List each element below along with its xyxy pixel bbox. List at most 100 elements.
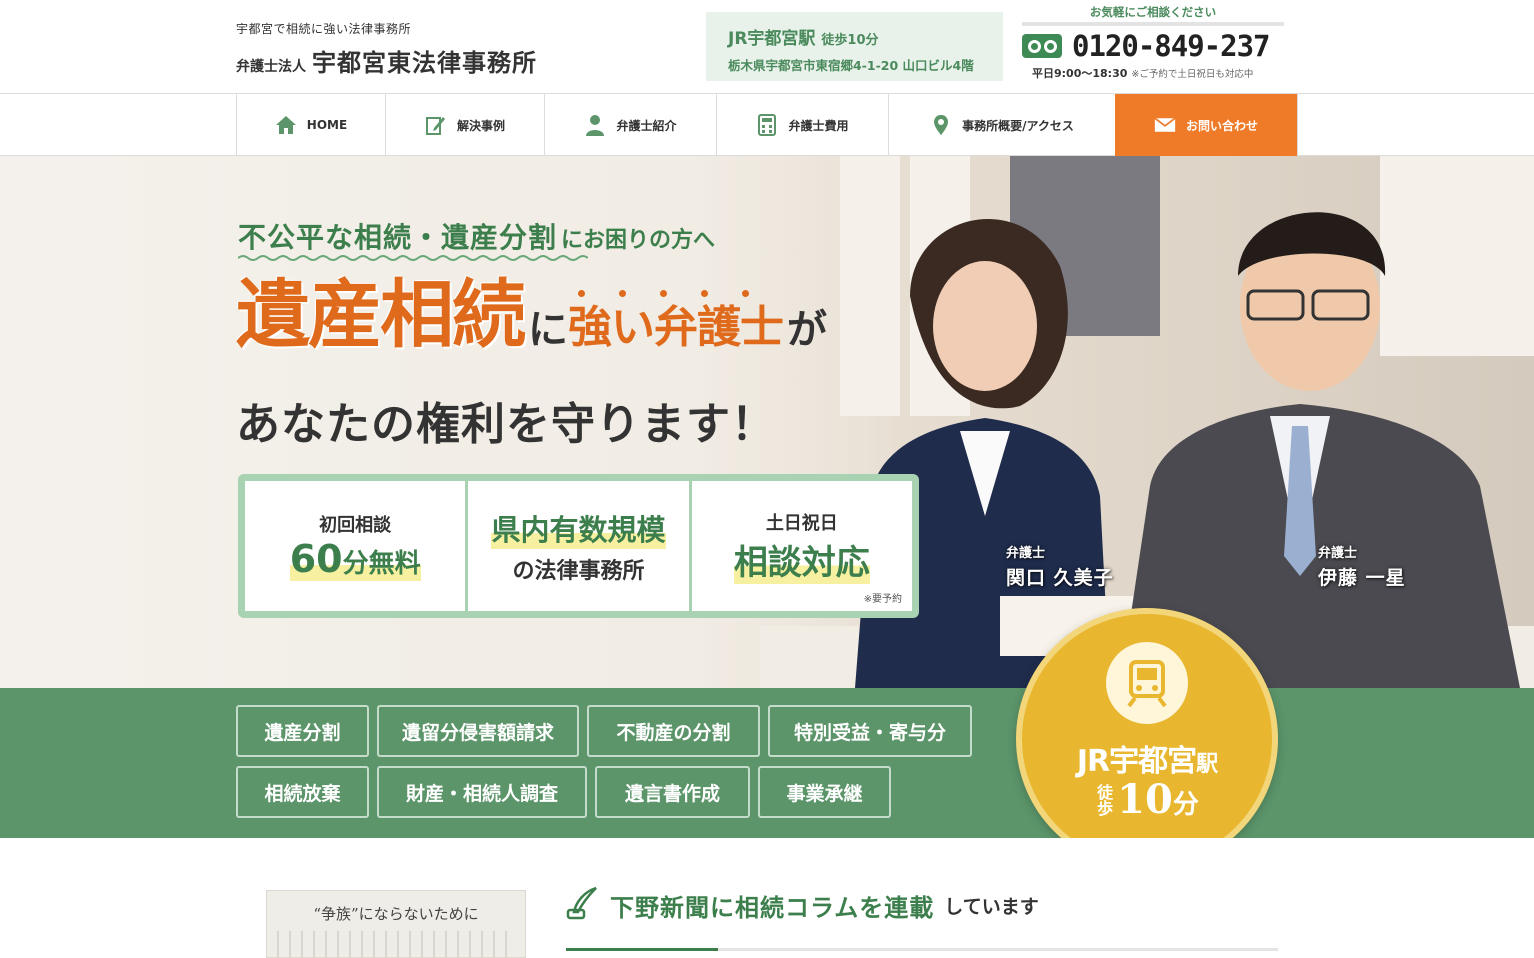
firm-name-prefix: 弁護士法人 xyxy=(236,59,306,75)
global-nav-list: HOME 解決事例 弁護士紹介 弁護士費用 事務所概要/アクセス お問い合わせ xyxy=(236,94,1298,156)
badge-walk-label: 徒歩 xyxy=(1094,783,1114,816)
nav-item-label: 弁護士紹介 xyxy=(616,118,677,133)
nav-item-label: 解決事例 xyxy=(456,118,505,133)
feature-label: 土日祝日 xyxy=(765,512,838,534)
feature-value: 60分無料 xyxy=(289,537,421,582)
site-header: 宇都宮で相続に強い法律事務所 弁護士法人 宇都宮東法律事務所 JR宇都宮駅 徒歩… xyxy=(0,0,1534,93)
badge-minutes-number: 10 xyxy=(1117,776,1173,823)
access-station-row: JR宇都宮駅 徒歩10分 xyxy=(728,24,1003,49)
feature-label: 初回相談 xyxy=(319,515,392,537)
category-tag[interactable]: 相続放棄 xyxy=(236,766,369,818)
feature-number: 60 xyxy=(289,537,343,582)
category-tag[interactable]: 財産・相続人調査 xyxy=(377,766,587,818)
badge-walk: 徒歩 10分 xyxy=(1022,776,1272,823)
hero-lead-weak: にお困りの方へ xyxy=(561,228,716,253)
lawyer-label-sekiguchi: 弁護士 関口 久美子 xyxy=(1006,542,1114,590)
category-tag[interactable]: 遺留分侵害額請求 xyxy=(377,705,579,757)
access-info: JR宇都宮駅 徒歩10分 栃木県宇都宮市東宿郷4-1-20 山口ビル4階 xyxy=(706,12,1003,81)
person-icon xyxy=(584,114,606,136)
hero-title: 遺産相続 に 強い弁護士 が xyxy=(236,278,827,352)
badge-station-name: JR宇都宮 xyxy=(1076,744,1197,779)
hero-lead-strong: 不公平な相続・遺産分割 xyxy=(238,221,558,254)
nav-item-label: お問い合わせ xyxy=(1185,118,1258,133)
category-tag[interactable]: 特別受益・寄与分 xyxy=(768,705,972,757)
train-icon xyxy=(1106,642,1188,724)
phone-hours: 平日9:00〜18:30 xyxy=(1032,67,1128,80)
category-band: 遺産分割 遺留分侵害額請求 不動産の分割 特別受益・寄与分 相続放棄 財産・相続… xyxy=(0,688,1534,838)
hero-lead: 不公平な相続・遺産分割 にお困りの方へ xyxy=(238,216,715,256)
feature-label: の法律事務所 xyxy=(512,559,645,584)
category-tag[interactable]: 遺言書作成 xyxy=(595,766,750,818)
category-tag[interactable]: 不動産の分割 xyxy=(587,705,760,757)
badge-station-suffix: 駅 xyxy=(1196,752,1218,777)
phone-number[interactable]: 0120-849-237 xyxy=(1072,29,1271,63)
wavy-underline xyxy=(238,255,588,261)
calculator-icon xyxy=(756,114,778,136)
hero-title-particle: に xyxy=(528,307,568,353)
category-row: 相続放棄 財産・相続人調査 遺言書作成 事業承継 xyxy=(236,766,976,818)
newspaper-clipping-image: “争族”にならないために xyxy=(266,890,526,958)
phone-contact: お気軽にご相談ください 0120-849-237 平日9:00〜18:30 ※ご予… xyxy=(1022,4,1284,81)
category-tag[interactable]: 事業承継 xyxy=(758,766,891,818)
access-walk: 徒歩10分 xyxy=(821,33,879,48)
feature-boxes: 初回相談 60分無料 県内有数規模 の法律事務所 土日祝日 相談対応 ※要予約 xyxy=(238,474,919,618)
lawyer-role: 弁護士 xyxy=(1318,546,1358,561)
badge-minutes: 10分 xyxy=(1117,776,1199,823)
phone-hours-row: 平日9:00〜18:30 ※ご予約で土日祝日も対応中 xyxy=(1022,65,1284,81)
badge-minutes-unit: 分 xyxy=(1172,790,1199,820)
category-row: 遺産分割 遺留分侵害額請求 不動産の分割 特別受益・寄与分 xyxy=(236,705,976,757)
edit-note-icon xyxy=(425,114,447,136)
feature-highlight: 相談対応 xyxy=(733,534,870,584)
lawyer-name: 関口 久美子 xyxy=(1006,567,1114,589)
nav-item-fees[interactable]: 弁護士費用 xyxy=(716,94,888,156)
hero-title-main: 遺産相続 xyxy=(236,272,526,358)
nav-item-label: 事務所概要/アクセス xyxy=(962,118,1074,133)
lawyer-role: 弁護士 xyxy=(1006,546,1046,561)
phone-heading: お気軽にご相談ください xyxy=(1022,4,1284,26)
news-heading: 下野新聞に相続コラムを連載 しています xyxy=(566,886,1039,924)
category-tag[interactable]: 遺産分割 xyxy=(236,705,369,757)
category-tags: 遺産分割 遺留分侵害額請求 不動産の分割 特別受益・寄与分 相続放棄 財産・相続… xyxy=(236,705,976,827)
hero-section: 不公平な相続・遺産分割 にお困りの方へ 遺産相続 に 強い弁護士 が あなたの権… xyxy=(0,156,1534,688)
mail-icon xyxy=(1154,114,1176,136)
news-heading-rule-accent xyxy=(566,948,718,951)
news-section: “争族”にならないために 下野新聞に相続コラムを連載 しています xyxy=(0,838,1534,958)
hero-subtitle: あなたの権利を守ります！ xyxy=(236,399,776,450)
newspaper-caption: “争族”にならないために xyxy=(313,905,479,923)
firm-logo[interactable]: 宇都宮で相続に強い法律事務所 弁護士法人 宇都宮東法律事務所 xyxy=(236,20,537,78)
newspaper-text-lines xyxy=(277,931,517,957)
phone-hours-note: ※ご予約で土日祝日も対応中 xyxy=(1131,69,1254,80)
emphasis-dots xyxy=(578,289,749,297)
firm-tagline: 宇都宮で相続に強い法律事務所 xyxy=(236,22,412,36)
firm-name: 宇都宮東法律事務所 xyxy=(312,48,537,77)
nav-item-home[interactable]: HOME xyxy=(236,94,385,156)
news-heading-strong: 下野新聞に相続コラムを連載 xyxy=(610,893,935,922)
access-station: JR宇都宮駅 xyxy=(728,29,816,49)
badge-station: JR宇都宮駅 xyxy=(1022,736,1272,780)
feature-scale: 県内有数規模 の法律事務所 xyxy=(468,481,689,611)
home-icon xyxy=(275,114,297,136)
firm-name-block: 弁護士法人 宇都宮東法律事務所 xyxy=(236,43,537,78)
nav-item-access[interactable]: 事務所概要/アクセス xyxy=(888,94,1115,156)
feature-highlight: 県内有数規模 xyxy=(491,507,666,549)
nav-item-contact[interactable]: お問い合わせ xyxy=(1115,94,1298,156)
hero-title-emphasis-text: 強い弁護士 xyxy=(568,301,784,353)
phone-row[interactable]: 0120-849-237 xyxy=(1022,29,1284,63)
global-nav: HOME 解決事例 弁護士紹介 弁護士費用 事務所概要/アクセス お問い合わせ xyxy=(0,93,1534,156)
nav-item-label: HOME xyxy=(306,118,348,132)
quill-pen-icon xyxy=(566,886,600,924)
hero-title-emphasis: 強い弁護士 xyxy=(568,289,784,353)
hero-title-particle-ga: が xyxy=(787,307,827,353)
lawyer-label-ito: 弁護士 伊藤 一星 xyxy=(1318,542,1406,590)
feature-weekend: 土日祝日 相談対応 ※要予約 xyxy=(691,481,912,611)
feature-unit: 分無料 xyxy=(342,549,421,580)
nav-item-cases[interactable]: 解決事例 xyxy=(385,94,544,156)
lawyer-name: 伊藤 一星 xyxy=(1318,567,1406,589)
nav-item-lawyers[interactable]: 弁護士紹介 xyxy=(544,94,716,156)
nav-item-label: 弁護士費用 xyxy=(788,118,849,133)
freedial-icon xyxy=(1022,34,1062,58)
feature-note: ※要予約 xyxy=(863,594,902,605)
access-address: 栃木県宇都宮市東宿郷4-1-20 山口ビル4階 xyxy=(728,58,974,73)
map-pin-icon xyxy=(930,114,952,136)
feature-free-consult: 初回相談 60分無料 xyxy=(245,481,466,611)
